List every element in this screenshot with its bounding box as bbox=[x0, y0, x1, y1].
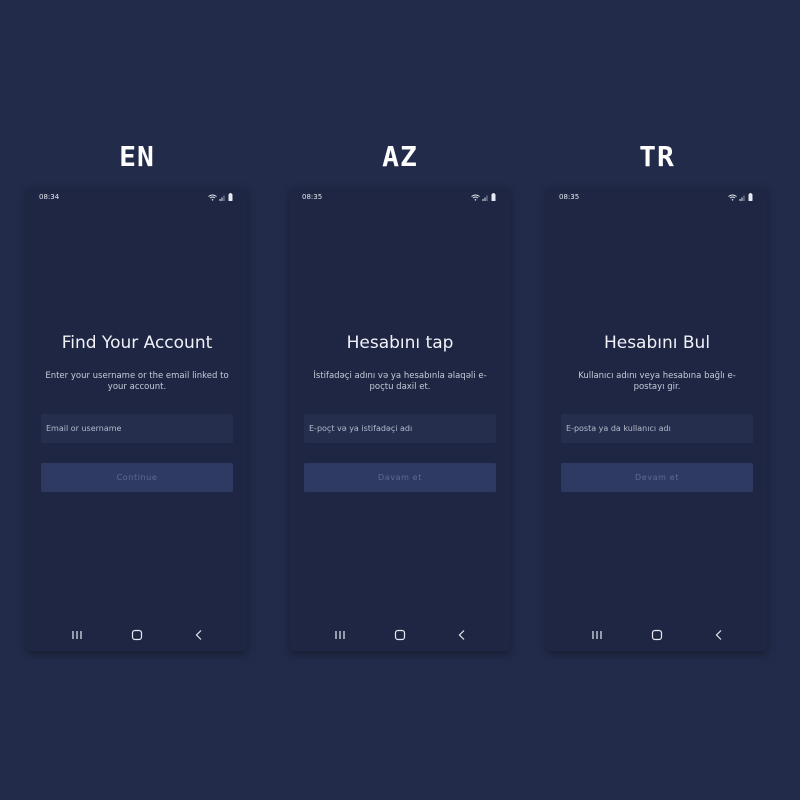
page-subtitle: İstifadəçi adını və ya hesabınla əlaqəli… bbox=[313, 371, 487, 392]
status-time: 08:35 bbox=[559, 193, 580, 201]
status-bar: 08:35 bbox=[559, 192, 753, 204]
navigation-bar bbox=[290, 629, 510, 645]
back-icon[interactable] bbox=[193, 629, 205, 641]
phone-screen-tr: 08:35 Hesabını Bul Kullanıcı adını veya … bbox=[547, 188, 767, 651]
language-label-en: EN bbox=[119, 140, 155, 173]
recent-apps-icon[interactable] bbox=[71, 629, 83, 641]
navigation-bar bbox=[547, 629, 767, 645]
continue-button[interactable]: Devam et bbox=[561, 463, 753, 492]
phone-screen-en: 08:34 Find Your Account Enter your usern… bbox=[27, 188, 247, 651]
home-icon[interactable] bbox=[131, 629, 143, 641]
page-title: Hesabını tap bbox=[346, 333, 454, 353]
battery-icon bbox=[228, 193, 233, 201]
page-title: Hesabını Bul bbox=[603, 333, 711, 353]
recent-apps-icon[interactable] bbox=[334, 629, 346, 641]
wifi-icon bbox=[728, 194, 737, 201]
navigation-bar bbox=[27, 629, 247, 645]
signal-icon bbox=[219, 194, 226, 201]
language-label-tr: TR bbox=[639, 140, 675, 173]
page-subtitle: Kullanıcı adını veya hesabına bağlı e-po… bbox=[578, 371, 736, 392]
battery-icon bbox=[748, 193, 753, 201]
back-icon[interactable] bbox=[456, 629, 468, 641]
wifi-icon bbox=[471, 194, 480, 201]
battery-icon bbox=[491, 193, 496, 201]
home-icon[interactable] bbox=[394, 629, 406, 641]
phone-screen-az: 08:35 Hesabını tap İstifadəçi adını və y… bbox=[290, 188, 510, 651]
page-title: Find Your Account bbox=[61, 333, 213, 353]
back-icon[interactable] bbox=[713, 629, 725, 641]
page-subtitle: Enter your username or the email linked … bbox=[45, 371, 229, 392]
email-or-username-input[interactable]: E-posta ya da kullanıcı adı bbox=[561, 414, 753, 443]
continue-button[interactable]: Continue bbox=[41, 463, 233, 492]
continue-button[interactable]: Davam et bbox=[304, 463, 496, 492]
email-or-username-input[interactable]: Email or username bbox=[41, 414, 233, 443]
signal-icon bbox=[482, 194, 489, 201]
home-icon[interactable] bbox=[651, 629, 663, 641]
language-label-az: AZ bbox=[382, 140, 418, 173]
status-time: 08:34 bbox=[39, 193, 60, 201]
signal-icon bbox=[739, 194, 746, 201]
status-bar: 08:35 bbox=[302, 192, 496, 204]
status-bar: 08:34 bbox=[39, 192, 233, 204]
wifi-icon bbox=[208, 194, 217, 201]
email-or-username-input[interactable]: E-poçt və ya istifadəçi adı bbox=[304, 414, 496, 443]
recent-apps-icon[interactable] bbox=[591, 629, 603, 641]
status-time: 08:35 bbox=[302, 193, 323, 201]
